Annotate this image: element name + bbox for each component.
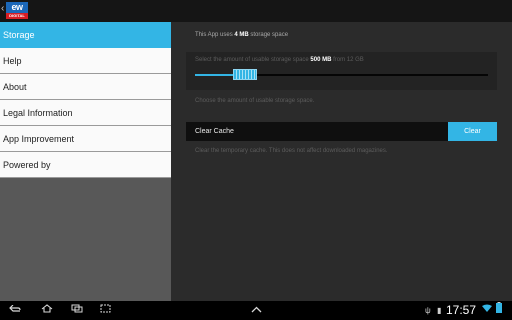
sidebar-item-about[interactable]: About: [0, 74, 171, 100]
sidebar-item-storage[interactable]: Storage: [0, 22, 171, 48]
clear-cache-label: Clear Cache: [195, 128, 234, 135]
storage-usage-text: This App uses 4 MB storage space: [195, 32, 288, 38]
usage-prefix: This App uses: [195, 32, 235, 38]
usb-icon: ψ: [425, 306, 431, 315]
slider-suffix: from 12 GB: [331, 57, 364, 63]
recent-apps-icon[interactable]: [70, 301, 84, 320]
storage-hint: Choose the amount of usable storage spac…: [195, 98, 315, 104]
clear-cache-button[interactable]: Clear: [448, 122, 497, 141]
clear-cache-hint: Clear the temporary cache. This does not…: [195, 148, 388, 154]
slider-thumb[interactable]: [232, 69, 257, 80]
back-chevron-icon[interactable]: ‹: [1, 4, 4, 14]
up-chevron-icon[interactable]: [249, 301, 263, 320]
usage-suffix: storage space: [248, 32, 289, 38]
clock: 17:57: [445, 303, 476, 317]
sidebar-item-legal-information[interactable]: Legal Information: [0, 100, 171, 126]
home-icon[interactable]: [40, 301, 54, 320]
logo-sub-text: DIGITAL: [6, 13, 28, 19]
sidebar-item-app-improvement[interactable]: App Improvement: [0, 126, 171, 152]
usage-value: 4 MB: [234, 32, 249, 38]
clear-cache-row: Clear Cache Clear: [186, 122, 497, 141]
slider-caption: Select the amount of usable storage spac…: [195, 57, 364, 63]
wifi-icon: [482, 301, 492, 320]
screenshot-icon[interactable]: [98, 301, 112, 320]
storage-panel: This App uses 4 MB storage space Select …: [171, 22, 512, 301]
system-navigation-bar: ψ ▮ 17:57: [0, 301, 512, 320]
sidebar-item-powered-by[interactable]: Powered by: [0, 152, 171, 178]
battery-icon: [496, 301, 502, 320]
storage-slider-box: Select the amount of usable storage spac…: [186, 52, 497, 90]
action-bar: ‹ ew DIGITAL: [0, 0, 512, 22]
sd-card-icon: ▮: [437, 306, 442, 315]
back-icon[interactable]: [8, 301, 22, 320]
slider-prefix: Select the amount of usable storage spac…: [195, 57, 311, 63]
slider-value: 500 MB: [310, 57, 332, 63]
sidebar-item-help[interactable]: Help: [0, 48, 171, 74]
logo-main-text: ew: [6, 2, 28, 13]
app-logo[interactable]: ew DIGITAL: [6, 2, 28, 19]
sidebar: Storage Help About Legal Information App…: [0, 22, 171, 301]
